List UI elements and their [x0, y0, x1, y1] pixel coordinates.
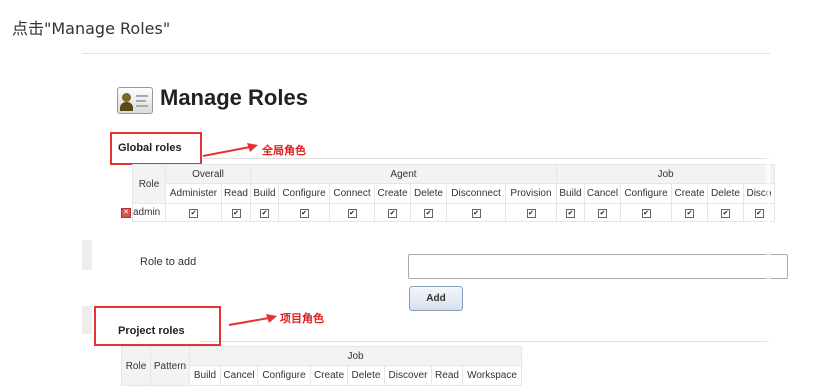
- section-rule: [200, 341, 770, 342]
- group-header: Job: [556, 164, 775, 184]
- role-header: Role: [121, 346, 151, 386]
- add-role-button[interactable]: Add: [409, 286, 463, 311]
- permission-checkbox[interactable]: ✔: [566, 209, 575, 218]
- permission-checkbox[interactable]: ✔: [189, 209, 198, 218]
- column-header: Read: [221, 183, 251, 204]
- column-header: Configure: [620, 183, 672, 204]
- sidebar-edge: [82, 306, 92, 334]
- permission-checkbox[interactable]: ✔: [424, 209, 433, 218]
- column-header: Disconnect: [446, 183, 506, 204]
- column-header: Delete: [410, 183, 447, 204]
- page-title: Manage Roles: [160, 85, 308, 110]
- column-header: Build: [556, 183, 585, 204]
- arrow-icon: [202, 143, 258, 157]
- column-header: Build: [189, 365, 221, 386]
- project-roles-annotation: 项目角色: [280, 312, 324, 325]
- group-header: Overall: [165, 164, 251, 184]
- project-roles-table: Role Pattern Job Build Cancel Configure …: [121, 346, 522, 386]
- global-roles-annotation: 全局角色: [262, 144, 306, 157]
- column-header: Provision: [505, 183, 557, 204]
- column-header: Create: [671, 183, 708, 204]
- permission-checkbox[interactable]: ✔: [754, 209, 764, 218]
- permission-checkbox[interactable]: ✔: [299, 209, 309, 218]
- column-header: Configure: [278, 183, 330, 204]
- column-header: Cancel: [584, 183, 621, 204]
- permission-checkbox[interactable]: ✔: [641, 209, 651, 218]
- user-admin-icon: [117, 87, 153, 114]
- permission-checkbox[interactable]: ✔: [231, 209, 241, 218]
- column-header: Workspace: [462, 365, 522, 386]
- pattern-header: Pattern: [150, 346, 190, 386]
- permission-checkbox[interactable]: ✔: [260, 209, 269, 218]
- delete-role-icon[interactable]: ✕: [121, 208, 131, 218]
- group-header: Agent: [250, 164, 557, 184]
- screenshot-edge-fade: [764, 54, 770, 379]
- column-header: Build: [250, 183, 279, 204]
- permission-checkbox[interactable]: ✔: [526, 209, 536, 218]
- instruction-caption: 点击"Manage Roles": [12, 19, 171, 38]
- highlight-box-global: [110, 132, 202, 165]
- role-name-cell: ✕ admin: [121, 203, 166, 222]
- permission-checkbox[interactable]: ✔: [347, 209, 357, 218]
- column-header: Create: [310, 365, 348, 386]
- column-header: Discover: [384, 365, 432, 386]
- highlight-box-project: [94, 306, 221, 346]
- column-header: Connect: [329, 183, 375, 204]
- permission-checkbox[interactable]: ✔: [471, 209, 481, 218]
- section-rule: [200, 158, 770, 159]
- permission-checkbox[interactable]: ✔: [388, 209, 397, 218]
- sidebar-edge: [82, 240, 92, 270]
- column-header: Create: [374, 183, 411, 204]
- divider: [82, 53, 770, 54]
- global-roles-table: Role Overall Agent Job Administer Read B…: [121, 164, 775, 222]
- column-header: Delete: [347, 365, 385, 386]
- arrow-icon: [228, 314, 277, 326]
- column-header: Cancel: [220, 365, 258, 386]
- permission-checkbox[interactable]: ✔: [721, 209, 730, 218]
- permission-checkbox[interactable]: ✔: [685, 209, 694, 218]
- table-row: ✕ admin ✔ ✔ ✔ ✔ ✔ ✔ ✔ ✔ ✔ ✔ ✔ ✔ ✔ ✔ ✔: [121, 203, 775, 222]
- role-to-add-input[interactable]: [408, 254, 788, 279]
- column-header: Delete: [707, 183, 744, 204]
- role-name: admin: [133, 207, 161, 218]
- role-to-add-label: Role to add: [140, 256, 197, 268]
- column-header: Read: [431, 365, 463, 386]
- column-header: Administer: [165, 183, 222, 204]
- role-header: Role: [132, 164, 166, 204]
- column-header: Configure: [257, 365, 311, 386]
- permission-checkbox[interactable]: ✔: [598, 209, 607, 218]
- group-header: Job: [189, 346, 522, 366]
